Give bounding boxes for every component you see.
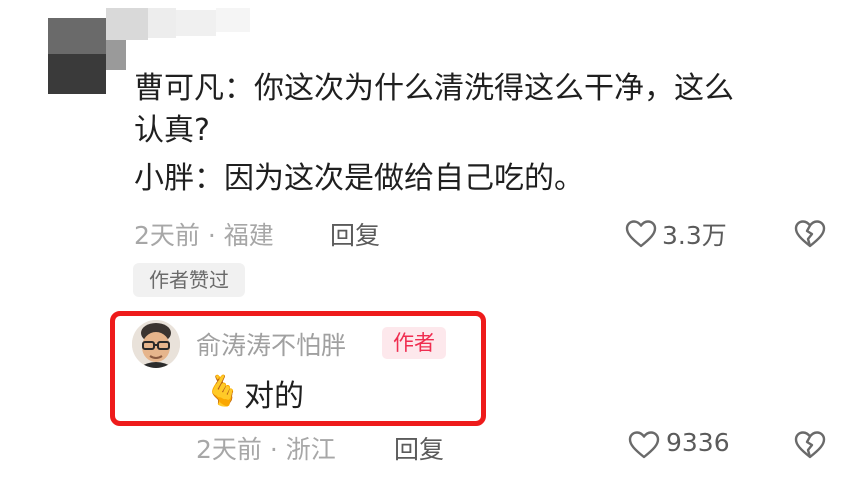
meta-separator: · — [269, 435, 278, 464]
like-count: 9336 — [666, 428, 730, 457]
comment-time: 2天前 — [134, 221, 200, 250]
blur-pixel — [148, 8, 176, 38]
author-badge: 作者 — [382, 327, 446, 359]
finger-heart-icon: 🫰 — [204, 374, 242, 409]
heart-icon[interactable] — [628, 430, 660, 460]
broken-heart-icon[interactable] — [794, 430, 826, 460]
reply-button[interactable]: 回复 — [330, 216, 380, 252]
reply-button[interactable]: 回复 — [394, 430, 444, 466]
liked-by-author-badge: 作者赞过 — [133, 263, 245, 297]
reply-meta: 2天前 · 浙江 — [196, 430, 336, 466]
meta-separator: · — [207, 221, 216, 250]
heart-icon[interactable] — [625, 219, 657, 249]
blur-pixel — [106, 8, 148, 40]
blur-pixel — [176, 10, 216, 36]
blurred-avatar — [48, 54, 106, 94]
comment-location: 福建 — [223, 221, 274, 250]
reply-text: 对的 — [244, 379, 304, 414]
author-name[interactable]: 俞涛涛不怕胖 — [196, 326, 346, 362]
comment-line-3: 小胖：因为这次是做给自己吃的。 — [134, 161, 584, 196]
comment-meta: 2天前 · 福建 — [134, 216, 274, 252]
broken-heart-icon[interactable] — [794, 219, 826, 249]
like-count: 3.3万 — [662, 221, 727, 250]
blur-pixel — [216, 8, 250, 32]
avatar[interactable] — [132, 320, 180, 368]
comment-line-1: 曹可凡：你这次为什么清洗得这么干净，这么 — [134, 71, 734, 106]
comment-line-2: 认真? — [134, 113, 210, 148]
blur-pixel — [106, 40, 126, 70]
reply-location: 浙江 — [285, 435, 336, 464]
blurred-avatar — [48, 18, 106, 54]
reply-time: 2天前 — [196, 435, 262, 464]
